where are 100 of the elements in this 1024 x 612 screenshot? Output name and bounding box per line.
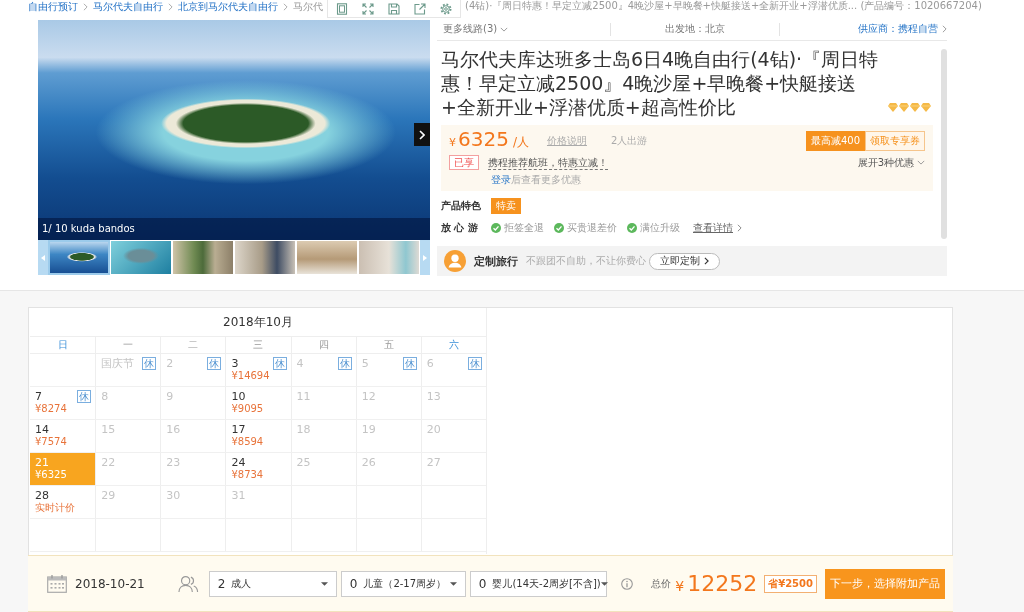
weekday-label: 日 (56, 338, 69, 352)
custom-travel-slogan: 不跟团不自助，不让你费心 (526, 254, 646, 268)
passenger-select[interactable]: 0 儿童（2-17周岁） (340, 570, 466, 597)
day-number: 27 (426, 456, 441, 469)
day-number: 10 (231, 390, 246, 403)
product-title: 马尔代夫库达班多士岛6日4晚自由行(4钻)·『周日特惠！早定立减2500』4晚沙屋+早晚餐+快艇接送+全新开业+浮潜优质+超高性价比 (441, 47, 880, 119)
holiday-badge: 休 (207, 357, 222, 370)
customize-button[interactable]: 立即定制 (649, 252, 720, 270)
weekday-label: 三 (225, 337, 291, 353)
day-number: 31 (231, 489, 246, 502)
discount-badge: 最高减400 (805, 131, 865, 151)
calendar-day-cell[interactable]: 17 ¥8594 (225, 420, 291, 452)
holiday-badge: 休 (272, 357, 287, 370)
assurance-item: 买贵退差价 (567, 221, 617, 235)
calendar-day-cell[interactable]: 10 ¥9095 (225, 387, 291, 419)
day-number: 30 (166, 489, 181, 502)
day-number: 20 (426, 423, 441, 436)
day-number: 9 (166, 390, 174, 403)
weekday-label: 五 (355, 337, 421, 353)
holiday-badge: 休 (402, 357, 417, 370)
chevron-down-icon (500, 26, 509, 32)
holiday-badge: 休 (77, 390, 92, 403)
page-icon[interactable] (336, 2, 348, 15)
caret-icon (600, 581, 608, 586)
breadcrumb-link[interactable]: 北京到马尔代夫自由行 (178, 0, 278, 13)
total-price: ¥12252 (675, 571, 758, 596)
chevron-right-icon (942, 25, 947, 33)
chevron-right-icon (168, 2, 173, 11)
price-info-link[interactable]: 价格说明 (546, 134, 587, 148)
promo-text: 携程推荐航班，特惠立减！ (488, 155, 608, 170)
day-number: 24 (231, 456, 246, 469)
calendar-day-cell[interactable]: 6 休 (420, 354, 486, 386)
day-number: 12 (361, 390, 376, 403)
day-number: 11 (296, 390, 311, 403)
breadcrumb-link[interactable]: 马尔代 (293, 0, 323, 13)
calendar-month: 2018年10月 (223, 313, 293, 331)
total-label: 总价 (651, 576, 672, 591)
holiday-badge: 休 (142, 357, 157, 370)
features-label: 产品特色 (441, 199, 482, 213)
day-number: 8 (101, 390, 109, 403)
photo-caption: 1/ 10 kuda bandos (38, 218, 430, 240)
calendar-day-cell[interactable]: 21 ¥6325 (30, 453, 96, 485)
calendar-day-cell[interactable]: 7 休 ¥8274 (30, 387, 96, 419)
save-icon[interactable] (388, 2, 400, 15)
more-routes-dropdown[interactable]: 更多线路(3) (443, 22, 509, 36)
day-number: 2 (166, 357, 174, 370)
calendar-day-cell[interactable]: 3 休 ¥14694 (225, 354, 291, 386)
day-price: ¥14694 (231, 370, 270, 382)
login-link[interactable]: 登录 (491, 174, 511, 185)
calendar-day-cell[interactable]: 2 休 (160, 354, 226, 386)
info-icon[interactable] (620, 577, 633, 590)
chevron-right-icon (419, 129, 425, 140)
photo-thumbnail[interactable] (48, 240, 110, 275)
page-title-text: (4钻)·『周日特惠！早定立减2500』4晚沙屋+早晚餐+快艇接送+全新开业+浮潜优质... (产品编号：1020667204) (465, 0, 982, 12)
expand-offers-button[interactable]: 展开3种优惠 (857, 155, 925, 170)
calendar-day-cell[interactable]: 5 休 (355, 354, 421, 386)
expand-icon[interactable] (362, 2, 374, 15)
next-thumbnails-button[interactable] (420, 240, 430, 275)
weekday-label: 六 (420, 337, 486, 353)
holiday-badge: 休 (468, 357, 482, 370)
check-circle-icon (554, 223, 564, 233)
next-step-button[interactable]: 下一步，选择附加产品 (825, 568, 945, 599)
diamond-icon (910, 103, 920, 112)
weekday-label: 四 (290, 337, 356, 353)
day-price: 实时计价 (35, 502, 75, 514)
settings-icon[interactable] (440, 2, 452, 15)
assurance-item: 拒签全退 (504, 221, 544, 235)
calendar-day-cell[interactable]: 14 ¥7574 (30, 420, 96, 452)
day-number: 29 (101, 489, 116, 502)
departure-date: 2018-10-21 (75, 576, 145, 591)
day-number: 7 (35, 390, 42, 403)
diamond-icon (921, 103, 931, 112)
chevron-right-icon (423, 254, 427, 261)
day-number: 19 (361, 423, 376, 436)
day-number: 13 (426, 390, 441, 403)
previous-thumbnails-button[interactable] (38, 240, 48, 275)
day-number: 25 (296, 456, 311, 469)
calendar-day-cell[interactable]: 4 休 (290, 354, 356, 386)
next-photo-button[interactable] (414, 123, 430, 146)
applied-badge: 已享 (449, 155, 479, 170)
day-price: ¥6325 (35, 469, 67, 481)
calendar-day-cell[interactable]: 28 实时计价 (30, 486, 96, 518)
day-price: ¥7574 (35, 436, 67, 448)
day-number: 3 (231, 357, 239, 370)
passenger-select[interactable]: 0 婴儿(14天-2周岁[不含]) (469, 570, 607, 597)
login-hint: 登录后查看更多优惠 (491, 173, 581, 187)
share-icon[interactable] (414, 2, 426, 15)
calendar-day-cell[interactable]: 24 ¥8734 (225, 453, 291, 485)
day-price: ¥8274 (35, 403, 67, 415)
supplier-link[interactable]: 供应商：携程自营 (858, 22, 947, 36)
breadcrumb-link[interactable]: 自由行预订 (28, 0, 78, 13)
day-price: ¥8594 (231, 436, 264, 448)
day-number: 18 (296, 423, 311, 436)
chevron-right-icon (83, 2, 88, 11)
scrollbar[interactable] (941, 49, 947, 239)
sale-badge: 特卖 (491, 198, 521, 214)
coupon-button[interactable]: 领取专享券 (865, 131, 925, 151)
details-link[interactable]: 查看详情 (693, 221, 742, 235)
breadcrumb-link[interactable]: 马尔代夫自由行 (93, 0, 163, 13)
passenger-select[interactable]: 2 成人 (208, 570, 337, 597)
